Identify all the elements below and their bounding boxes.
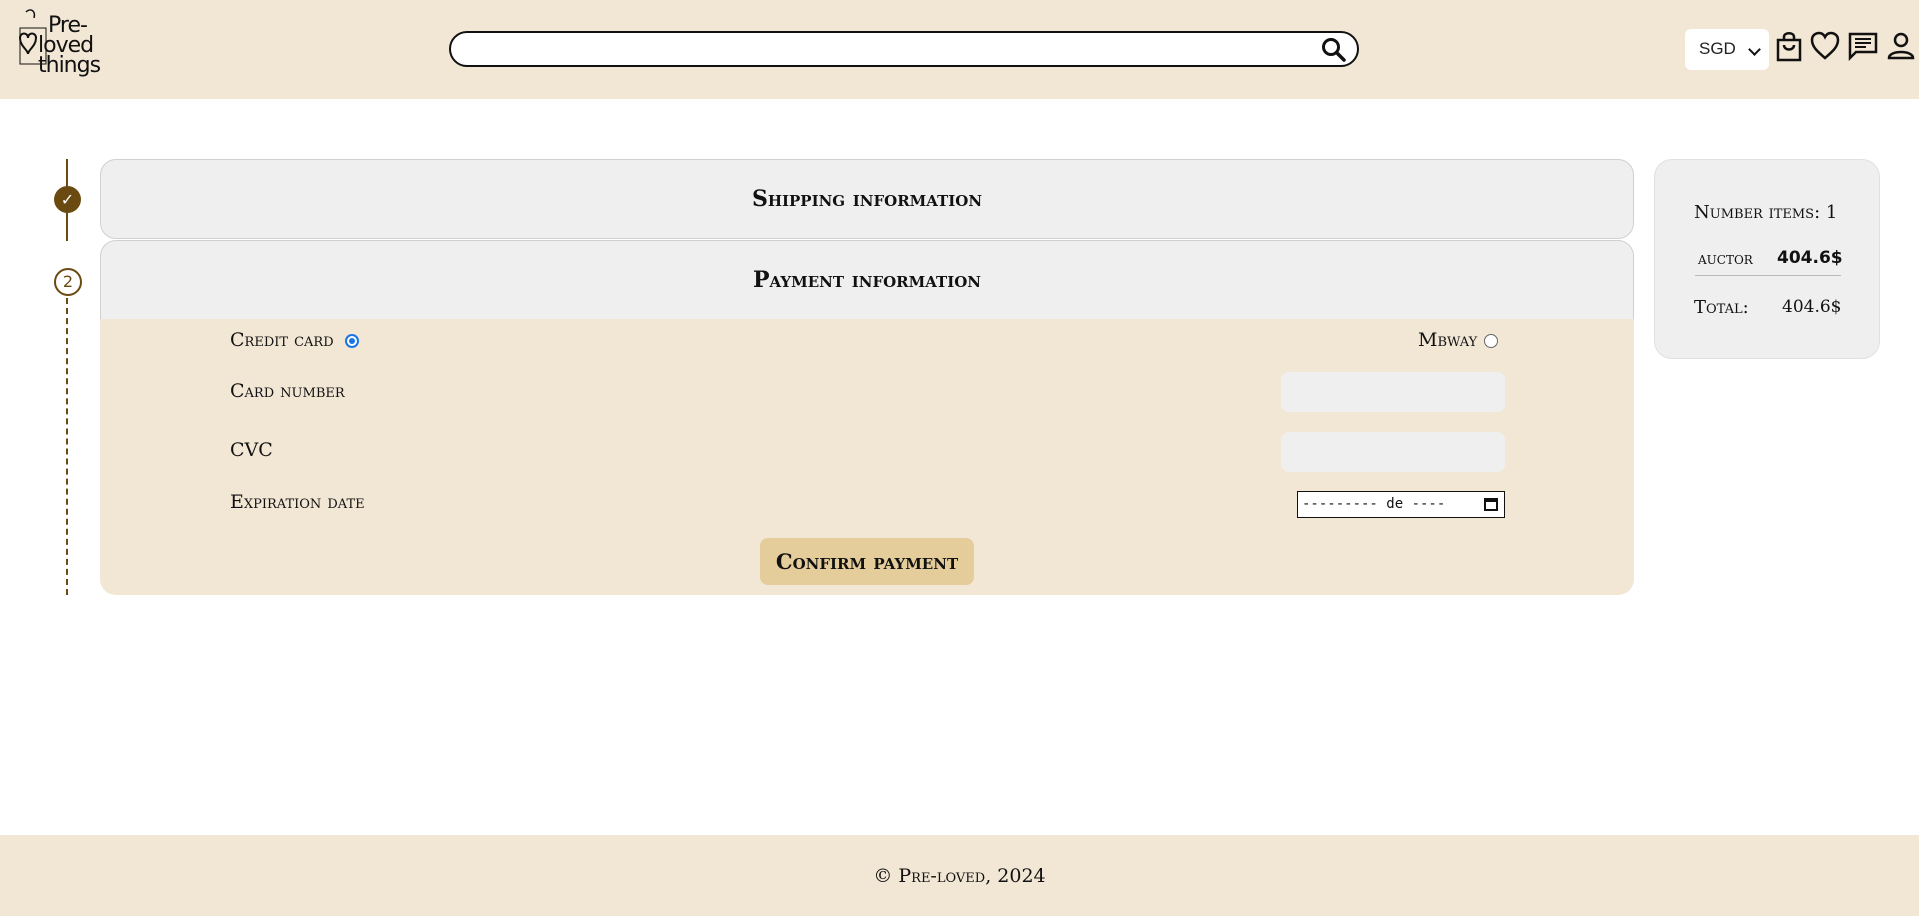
footer: © Pre-loved, 2024 (0, 835, 1919, 916)
search-input[interactable] (449, 31, 1359, 67)
mbway-label: Mbway (1418, 329, 1478, 351)
stepper-line-pending (66, 298, 68, 595)
credit-card-label: Credit card (230, 329, 334, 351)
seller-price: 404.6$ (1777, 248, 1843, 268)
copyright-text: © Pre-loved, 2024 (873, 865, 1046, 887)
total-label: Total: (1694, 297, 1749, 318)
card-number-field[interactable] (1281, 372, 1505, 412)
step-1-check-icon: ✓ (54, 186, 81, 213)
expiration-date-field[interactable]: --------- de ---- (1297, 491, 1505, 518)
shopping-bag-icon[interactable] (1774, 30, 1804, 62)
cvc-label: CVC (230, 439, 273, 461)
cvc-field[interactable] (1281, 432, 1505, 472)
search-icon[interactable] (1321, 37, 1347, 63)
heart-icon[interactable] (1810, 30, 1840, 62)
credit-card-radio[interactable] (345, 334, 359, 348)
shipping-panel[interactable]: Shipping information (100, 159, 1634, 239)
total-value: 404.6$ (1782, 297, 1842, 317)
order-summary: Number items: 1 auctor 404.6$ Total: 404… (1654, 159, 1880, 359)
date-value: --------- de ---- (1302, 496, 1446, 512)
payment-panel-header[interactable]: Payment information (100, 240, 1634, 320)
shipping-title: Shipping information (751, 186, 983, 212)
currency-select[interactable]: SGD (1685, 29, 1769, 70)
chevron-down-icon (1748, 43, 1761, 56)
chat-icon[interactable] (1848, 30, 1878, 62)
card-number-label: Card number (230, 380, 345, 402)
user-icon[interactable] (1886, 30, 1916, 62)
logo-text-line3: things (38, 53, 101, 78)
confirm-payment-button[interactable]: Confirm payment (760, 538, 974, 585)
calendar-icon[interactable] (1484, 498, 1498, 511)
currency-value: SGD (1699, 39, 1736, 58)
seller-name: auctor (1698, 249, 1753, 269)
mbway-radio[interactable] (1484, 334, 1498, 348)
step-2-indicator: 2 (54, 268, 82, 296)
logo[interactable]: Pre- loved things (18, 8, 108, 78)
number-items-text: Number items: 1 (1694, 202, 1838, 223)
expiration-date-label: Expiration date (230, 491, 365, 513)
top-header: Pre- loved things SGD (0, 0, 1919, 99)
payment-title: Payment information (753, 267, 981, 293)
summary-divider (1695, 275, 1841, 276)
